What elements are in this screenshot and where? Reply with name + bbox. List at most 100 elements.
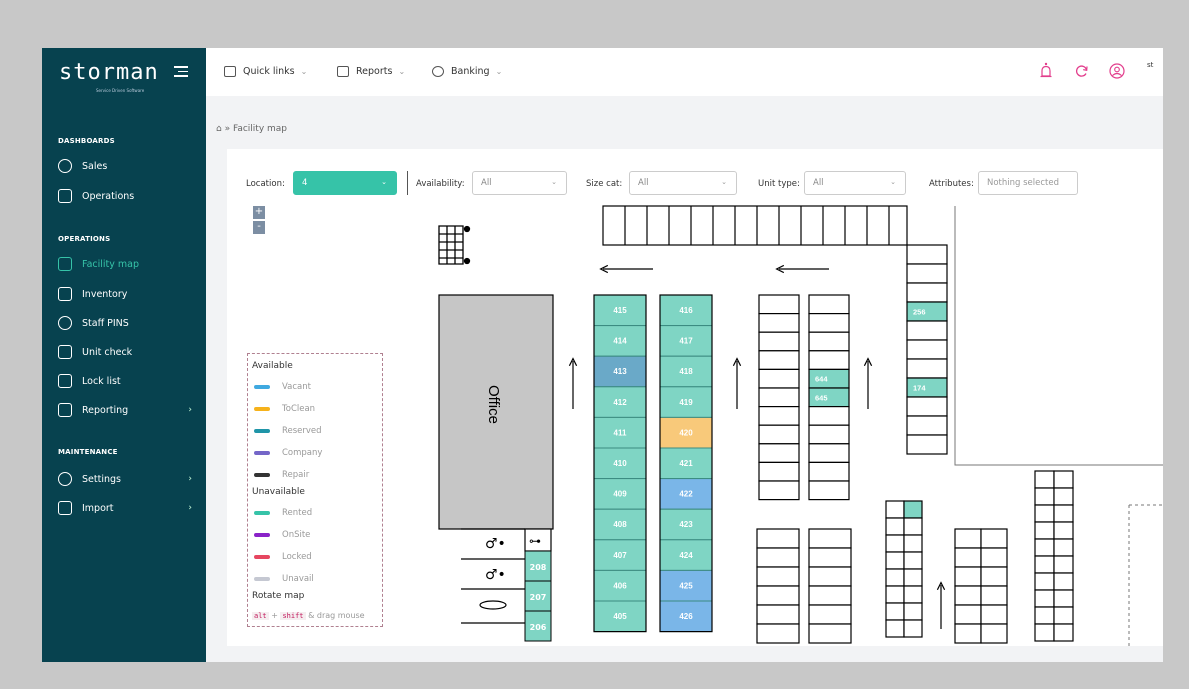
unit-label[interactable]: 256: [913, 308, 926, 317]
storage-unit[interactable]: [1053, 538, 1074, 557]
storage-unit[interactable]: [1053, 555, 1074, 574]
unit-label[interactable]: 645: [815, 393, 828, 402]
storage-unit[interactable]: [885, 551, 905, 570]
storage-unit[interactable]: [980, 604, 1008, 625]
storage-unit[interactable]: [906, 396, 948, 417]
unit-label[interactable]: 421: [679, 459, 693, 468]
unit-label[interactable]: 405: [613, 612, 627, 621]
storage-unit[interactable]: [758, 461, 800, 482]
storage-unit[interactable]: [903, 551, 923, 570]
unit-label[interactable]: 417: [679, 337, 693, 346]
sidebar-item-inventory[interactable]: Inventory: [58, 287, 192, 301]
unit-label[interactable]: 410: [613, 459, 627, 468]
storage-unit[interactable]: [758, 387, 800, 408]
storage-unit[interactable]: [1034, 538, 1055, 557]
refresh-icon[interactable]: [1075, 64, 1089, 78]
storage-unit[interactable]: [1053, 623, 1074, 642]
unit-label[interactable]: 412: [613, 398, 627, 407]
storage-unit[interactable]: [1053, 572, 1074, 591]
unit-label[interactable]: 207: [530, 593, 547, 602]
storage-unit[interactable]: [808, 547, 852, 568]
storage-unit[interactable]: [885, 517, 905, 536]
unit-label[interactable]: 418: [679, 367, 693, 376]
unit-label[interactable]: 424: [679, 551, 693, 560]
storage-unit[interactable]: [980, 585, 1008, 606]
unit-label[interactable]: 415: [613, 306, 627, 315]
storage-unit[interactable]: [906, 358, 948, 379]
storage-unit[interactable]: [906, 244, 948, 265]
storage-unit[interactable]: [1053, 606, 1074, 625]
storage-unit[interactable]: [758, 443, 800, 463]
unit-label[interactable]: 411: [614, 428, 627, 437]
storage-unit[interactable]: [954, 566, 982, 587]
storage-unit[interactable]: [808, 331, 850, 352]
storage-unit[interactable]: [980, 623, 1008, 644]
quick-links-menu[interactable]: Quick links ⌄: [224, 66, 307, 77]
sidebar-item-unit-check[interactable]: Unit check: [58, 345, 192, 359]
storage-unit[interactable]: [808, 566, 852, 587]
storage-unit[interactable]: [808, 585, 852, 606]
storage-unit[interactable]: [756, 566, 800, 587]
storage-unit[interactable]: [756, 547, 800, 568]
unit-label[interactable]: 420: [679, 428, 693, 437]
storage-unit[interactable]: [1034, 521, 1055, 540]
storage-unit[interactable]: [903, 585, 923, 604]
unit-label[interactable]: 413: [613, 367, 627, 376]
storage-unit[interactable]: [1034, 470, 1055, 489]
unit-label[interactable]: 422: [679, 490, 693, 499]
storage-unit[interactable]: [954, 528, 982, 549]
storage-unit[interactable]: [758, 480, 800, 501]
storage-unit[interactable]: [808, 294, 850, 315]
storage-unit[interactable]: [808, 480, 850, 501]
storage-unit[interactable]: [906, 320, 948, 341]
storage-unit[interactable]: [1034, 504, 1055, 523]
storage-unit[interactable]: [1034, 623, 1055, 642]
storage-unit[interactable]: [808, 623, 852, 644]
storage-unit[interactable]: [980, 547, 1008, 568]
storage-unit[interactable]: [903, 517, 923, 536]
storage-unit[interactable]: [903, 602, 923, 621]
storage-unit[interactable]: [906, 339, 948, 360]
storage-unit[interactable]: [885, 534, 905, 553]
storage-unit[interactable]: [903, 534, 923, 553]
storage-unit[interactable]: [758, 424, 800, 445]
unit-label[interactable]: 419: [679, 398, 693, 407]
storage-unit[interactable]: [954, 547, 982, 568]
unit-label[interactable]: 174: [913, 384, 926, 393]
storage-unit[interactable]: [1053, 470, 1074, 489]
storage-unit[interactable]: [808, 528, 852, 549]
unit-label[interactable]: 407: [613, 551, 627, 560]
storage-unit[interactable]: [808, 604, 852, 625]
storage-unit[interactable]: [758, 350, 800, 371]
sidebar-item-settings[interactable]: Settings ›: [58, 472, 192, 486]
storage-unit[interactable]: [1034, 606, 1055, 625]
menu-toggle-icon[interactable]: [174, 66, 188, 80]
banking-menu[interactable]: Banking ⌄: [432, 66, 502, 77]
unit-label[interactable]: 416: [679, 306, 693, 315]
storage-unit[interactable]: [1053, 521, 1074, 540]
storage-unit[interactable]: [1053, 487, 1074, 506]
storage-unit[interactable]: [903, 500, 923, 519]
sidebar-item-import[interactable]: Import ›: [58, 501, 192, 515]
unit-label[interactable]: 408: [613, 520, 627, 529]
unit-label[interactable]: 425: [679, 581, 693, 590]
storage-unit[interactable]: [758, 331, 800, 352]
storage-unit[interactable]: [1034, 589, 1055, 608]
storage-unit[interactable]: [808, 406, 850, 426]
storage-unit[interactable]: [885, 602, 905, 621]
storage-unit[interactable]: [758, 294, 800, 315]
storage-unit[interactable]: [903, 568, 923, 587]
sidebar-item-sales[interactable]: Sales: [58, 159, 192, 173]
storage-unit[interactable]: [808, 461, 850, 482]
storage-unit[interactable]: [980, 528, 1008, 549]
storage-unit[interactable]: [954, 604, 982, 625]
user-avatar-icon[interactable]: [1109, 63, 1125, 79]
storage-unit[interactable]: [885, 500, 905, 519]
storage-unit[interactable]: [885, 585, 905, 604]
unit-label[interactable]: 426: [679, 612, 693, 621]
storage-unit[interactable]: [1053, 504, 1074, 523]
storage-unit[interactable]: [758, 406, 800, 426]
storage-unit[interactable]: [1034, 572, 1055, 591]
storage-unit[interactable]: [954, 585, 982, 606]
storage-unit[interactable]: [885, 568, 905, 587]
